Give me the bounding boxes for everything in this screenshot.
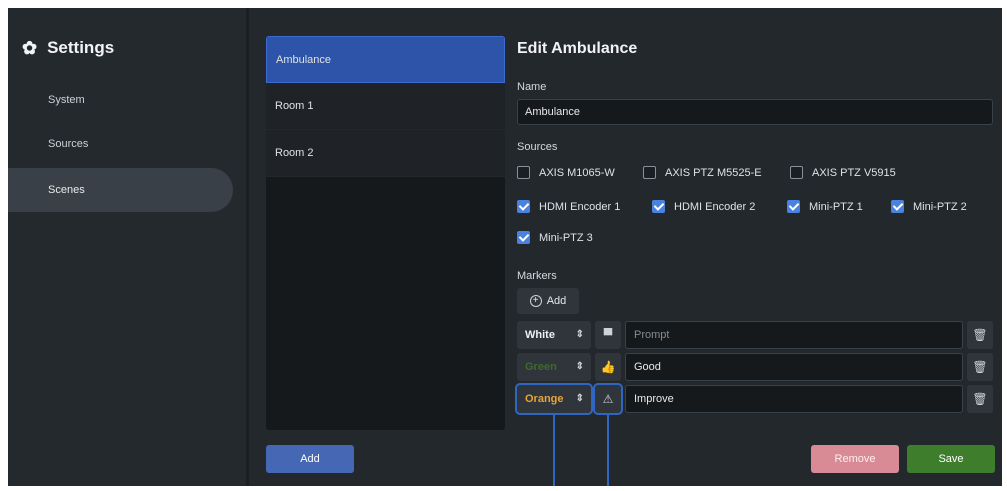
sources-label: Sources <box>517 141 558 153</box>
add-scene-button[interactable]: Add <box>266 445 354 473</box>
marker-text-field[interactable]: Prompt <box>625 321 963 349</box>
source-checkbox-hdmi-encoder-2[interactable]: HDMI Encoder 2 <box>652 200 755 213</box>
marker-color-value: Green <box>525 361 557 373</box>
source-label: HDMI Encoder 1 <box>539 200 621 213</box>
source-label: HDMI Encoder 2 <box>674 200 756 213</box>
sidebar-item-scenes[interactable]: Scenes <box>8 168 233 212</box>
markers-label: Markers <box>517 270 557 282</box>
scene-item-room-1[interactable]: Room 1 <box>266 83 505 130</box>
source-label: Mini-PTZ 2 <box>913 200 967 213</box>
sidebar-item-system[interactable]: System <box>8 78 233 122</box>
source-checkbox-axis-m1065-w[interactable]: AXIS M1065-W <box>517 166 615 179</box>
name-field[interactable]: Ambulance <box>517 99 993 125</box>
marker-color-select[interactable]: Orange ⇕ <box>515 383 593 415</box>
marker-row: Green ⇕ 👍 Good 🗑 <box>517 353 993 381</box>
source-label: AXIS M1065-W <box>539 166 615 179</box>
plus-circle-icon: + <box>529 295 542 307</box>
source-checkbox-mini-ptz-3[interactable]: Mini-PTZ 3 <box>517 231 593 244</box>
source-checkbox-axis-ptz-v5915[interactable]: AXIS PTZ V5915 <box>790 166 896 179</box>
name-label: Name <box>517 81 547 93</box>
marker-text-field[interactable]: Improve <box>625 385 963 413</box>
marker-row: White ⇕ ▀ Prompt 🗑 <box>517 321 993 349</box>
marker-row: Orange ⇕ ⚠ Improve 🗑 <box>515 383 993 415</box>
checkbox-checked[interactable] <box>787 200 800 213</box>
scenes-panel: Ambulance Room 1 Room 2 Add Edit Ambulan… <box>249 8 1002 486</box>
marker-color-select[interactable]: White ⇕ <box>517 321 591 349</box>
checkbox[interactable] <box>790 166 803 179</box>
checkbox-checked[interactable] <box>652 200 665 213</box>
source-checkbox-axis-ptz-m5525-e[interactable]: AXIS PTZ M5525-E <box>643 166 762 179</box>
sort-arrows-icon: ⇕ <box>575 393 584 404</box>
marker-color-select[interactable]: Green ⇕ <box>517 353 591 381</box>
trash-icon[interactable]: 🗑 <box>967 385 993 413</box>
checkbox-checked[interactable] <box>891 200 904 213</box>
marker-color-value: White <box>525 329 555 341</box>
scene-item-ambulance[interactable]: Ambulance <box>266 36 505 83</box>
source-checkbox-mini-ptz-1[interactable]: Mini-PTZ 1 <box>787 200 863 213</box>
add-marker-label: Add <box>546 295 567 307</box>
gear-icon: ✿ <box>22 38 38 58</box>
marker-icon-select[interactable]: ⚠ <box>593 383 623 415</box>
sidebar-title-label: Settings <box>47 38 115 57</box>
source-checkbox-mini-ptz-2[interactable]: Mini-PTZ 2 <box>891 200 967 213</box>
checkbox[interactable] <box>643 166 656 179</box>
scene-list: Ambulance Room 1 Room 2 <box>266 36 505 430</box>
sidebar: ✿ Settings System Sources Scenes <box>8 8 246 486</box>
checkbox[interactable] <box>517 166 530 179</box>
marker-text-field[interactable]: Good <box>625 353 963 381</box>
trash-icon[interactable]: 🗑 <box>967 353 993 381</box>
marker-icon-select[interactable]: 👍 <box>595 353 621 381</box>
add-marker-button[interactable]: + Add <box>517 288 579 314</box>
sidebar-item-sources[interactable]: Sources <box>8 122 233 166</box>
settings-window: ✿ Settings System Sources Scenes Ambulan… <box>8 8 1002 486</box>
callout-line <box>553 415 555 486</box>
marker-color-value: Orange <box>525 393 564 405</box>
scene-item-room-2[interactable]: Room 2 <box>266 130 505 177</box>
sort-arrows-icon: ⇕ <box>575 329 584 340</box>
thumbs-up-icon: 👍 <box>600 360 616 374</box>
warning-icon: ⚠ <box>602 392 614 406</box>
sort-arrows-icon: ⇕ <box>575 361 584 372</box>
source-label: AXIS PTZ V5915 <box>812 166 896 179</box>
trash-icon[interactable]: 🗑 <box>967 321 993 349</box>
editor-title: Edit Ambulance <box>517 40 638 57</box>
remove-button[interactable]: Remove <box>811 445 899 473</box>
sidebar-title: ✿ Settings <box>22 38 114 58</box>
source-label: Mini-PTZ 1 <box>809 200 863 213</box>
source-checkbox-hdmi-encoder-1[interactable]: HDMI Encoder 1 <box>517 200 620 213</box>
marker-icon-select[interactable]: ▀ <box>595 321 621 349</box>
checkbox-checked[interactable] <box>517 231 530 244</box>
save-button[interactable]: Save <box>907 445 995 473</box>
checkbox-checked[interactable] <box>517 200 530 213</box>
source-label: Mini-PTZ 3 <box>539 231 593 244</box>
callout-line <box>607 415 609 486</box>
comment-icon: ▀ <box>603 328 613 342</box>
source-label: AXIS PTZ M5525-E <box>665 166 762 179</box>
